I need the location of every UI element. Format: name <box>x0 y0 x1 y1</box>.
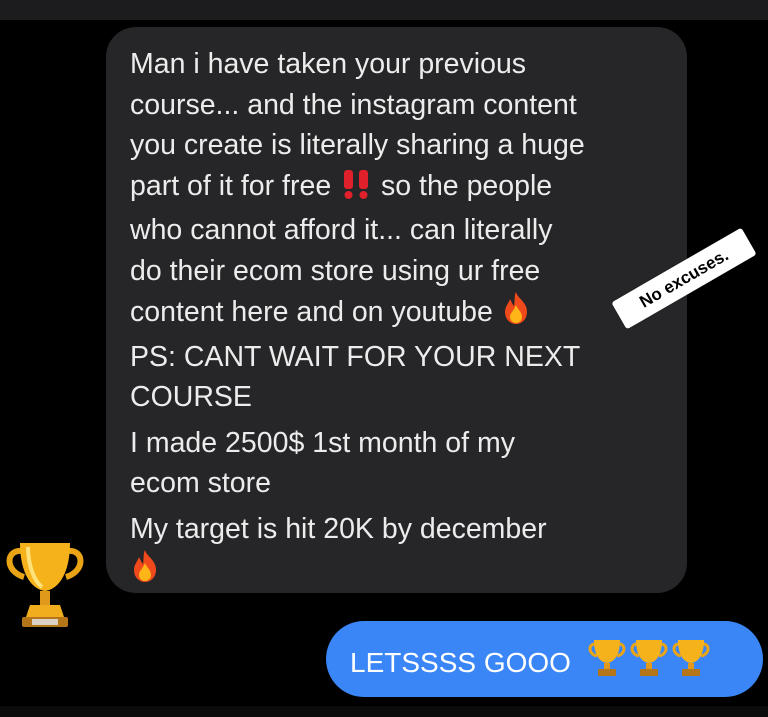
message-line: I made 2500$ 1st month of my <box>130 426 515 459</box>
trophy-icon[interactable] <box>2 537 88 631</box>
outgoing-message-label: LETSSSS GOOO <box>350 647 571 678</box>
bottom-bar <box>0 706 768 717</box>
double-exclamation-icon <box>339 169 373 211</box>
message-line-with-emoji: content here and on youtube <box>130 291 675 337</box>
fire-icon <box>130 549 160 595</box>
message-line: PS: CANT WAIT FOR YOUR NEXT <box>130 340 581 373</box>
trophy-emojis <box>587 638 711 691</box>
message-line: ecom store <box>130 467 271 499</box>
message-line-with-emoji: part of it for free so the people <box>130 166 675 211</box>
message-line: COURSE <box>130 381 252 413</box>
message-line: who cannot afford it... can literally <box>130 214 553 246</box>
message-text: content here and on youtube <box>130 296 493 328</box>
message-line: do their ecom store using ur free <box>130 254 541 287</box>
trophy-icon <box>588 640 710 676</box>
outgoing-message-text: LETSSSS GOOO <box>350 638 711 691</box>
message-text: part of it for free <box>130 169 332 202</box>
fire-icon <box>501 291 531 337</box>
message-line: Man i have taken your previous <box>130 48 527 80</box>
message-line: My target is hit 20K by december <box>130 512 547 545</box>
message-line-emoji <box>130 549 675 595</box>
incoming-message-text: Man i have taken your previous course...… <box>130 44 675 595</box>
message-text: so the people <box>381 169 553 202</box>
message-line: you create is literally sharing a huge <box>130 129 585 161</box>
message-line: course... and the instagram content <box>130 88 577 121</box>
top-bar <box>0 0 768 20</box>
